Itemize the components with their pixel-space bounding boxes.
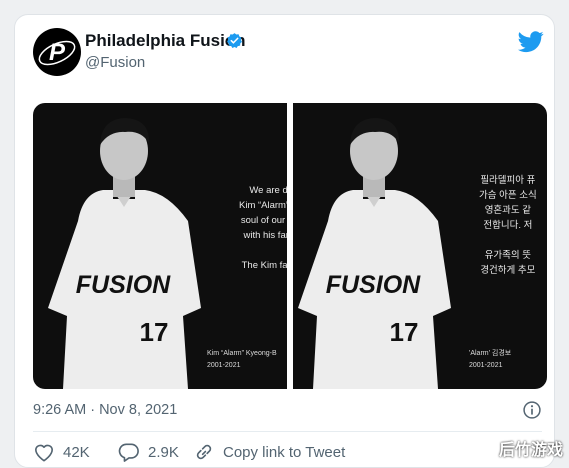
like-count: 42K	[63, 443, 90, 461]
text-line: 가슴 아픈 소식	[479, 190, 537, 201]
watermark: 后竹游戏	[498, 442, 563, 459]
memorial-image-english[interactable]: FUSION 17 We are d Kim “Alarm” K soul of…	[33, 103, 287, 389]
memorial-text: 필라델피아 퓨 가슴 아픈 소식 영혼과도 같 전합니다. 저 유가족의 뜻 경…	[479, 173, 537, 278]
memorial-image-korean[interactable]: FUSION 17 필라델피아 퓨 가슴 아픈 소식 영혼과도 같 전합니다. …	[293, 103, 547, 389]
years-caption: 2001-2021	[469, 362, 503, 369]
reply-button[interactable]: 2.9K	[118, 442, 179, 462]
player-name-caption: 'Alarm' 김경보	[469, 350, 512, 357]
jersey-word: FUSION	[76, 271, 171, 299]
jersey-word: FUSION	[326, 271, 421, 299]
tweet-media[interactable]: FUSION 17 We are d Kim “Alarm” K soul of…	[33, 103, 547, 389]
text-line	[239, 243, 287, 258]
tweet-card: P Philadelphia Fusion @Fusion FUSION 17 …	[14, 14, 555, 468]
text-line: 필라델피아 퓨	[480, 175, 536, 186]
reply-count: 2.9K	[148, 443, 179, 461]
years-caption: 2001-2021	[207, 362, 241, 369]
text-line: 영혼과도 같	[484, 205, 532, 216]
copy-link-button[interactable]: Copy link to Tweet	[193, 442, 345, 462]
twitter-bird-icon[interactable]	[518, 31, 544, 53]
text-line	[479, 233, 537, 248]
jersey-number: 17	[390, 317, 419, 347]
text-line: Kim “Alarm” K	[239, 200, 287, 211]
text-line: The Kim fam	[241, 260, 287, 271]
svg-text:P: P	[49, 39, 66, 66]
jersey-number: 17	[140, 317, 169, 347]
text-line: 유가족의 뜻	[484, 250, 532, 261]
author-avatar[interactable]: P	[33, 28, 81, 76]
player-name-caption: Kim “Alarm” Kyeong-B	[207, 350, 277, 357]
text-line: 경건하게 추모	[480, 265, 536, 276]
author-name[interactable]: Philadelphia Fusion	[85, 31, 246, 51]
info-icon[interactable]	[522, 400, 542, 420]
divider	[33, 431, 542, 432]
tweet-timestamp[interactable]: 9:26 AM · Nov 8, 2021	[33, 402, 177, 418]
heart-icon	[35, 444, 54, 462]
memorial-text: We are d Kim “Alarm” K soul of our or wi…	[239, 183, 287, 273]
text-line: We are d	[249, 185, 287, 196]
text-line: 전합니다. 저	[483, 220, 533, 231]
like-button[interactable]: 42K	[33, 442, 90, 462]
link-icon	[196, 444, 212, 460]
text-line: with his fam	[243, 230, 287, 241]
reply-icon	[118, 443, 139, 462]
author-handle[interactable]: @Fusion	[85, 54, 145, 71]
verified-badge-icon	[227, 33, 242, 48]
text-line: soul of our or	[240, 215, 287, 226]
copy-link-label: Copy link to Tweet	[223, 443, 346, 461]
